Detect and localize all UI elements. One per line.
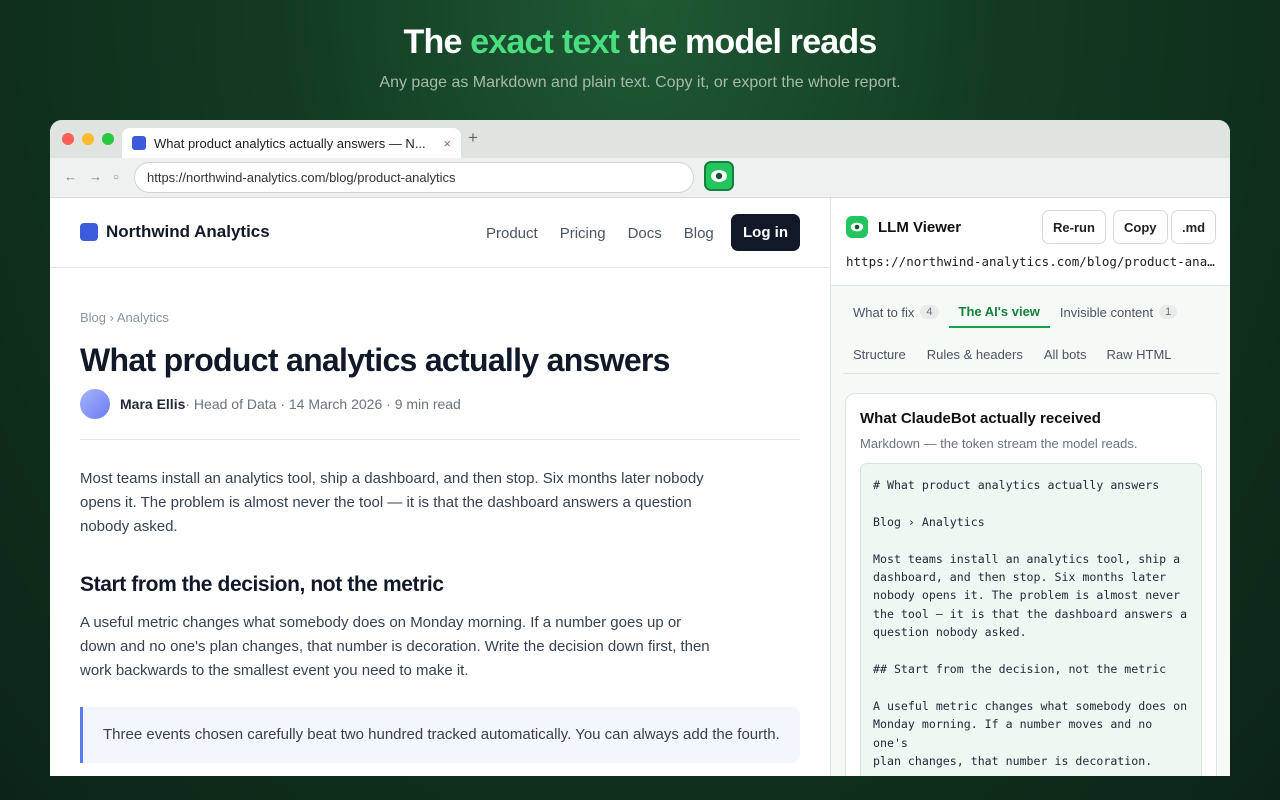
markdown-line: Monday morning. If a number moves and no… (873, 717, 1160, 750)
markdown-line (873, 770, 1189, 776)
markdown-line (873, 642, 1189, 660)
panel-header: LLM Viewer Re-run Copy .md https://north… (831, 198, 1230, 286)
hero-title-pre: The (403, 23, 471, 61)
markdown-line: dashboard, and then stop. Six months lat… (873, 570, 1167, 584)
count-badge: 1 (1159, 305, 1178, 319)
markdown-line: Most teams install an analytics tool, sh… (873, 551, 1181, 566)
tab-all-bots[interactable]: All bots (1034, 338, 1097, 370)
site-brand[interactable]: Northwind Analytics (80, 222, 270, 242)
hero-subtitle: Any page as Markdown and plain text. Cop… (379, 74, 901, 91)
copy-button[interactable]: Copy (1113, 210, 1168, 244)
panel-tabs-row-1: What to fix 4 The AI's view Invisible co… (843, 296, 1187, 328)
tab-label: What to fix (853, 304, 915, 320)
llm-viewer-panel: LLM Viewer Re-run Copy .md https://north… (830, 198, 1230, 776)
count-badge: 4 (920, 305, 939, 319)
markdown-line: A useful metric changes what somebody do… (873, 698, 1188, 713)
hero-title-accent: exact text (470, 23, 620, 61)
markdown-line: Blog › Analytics (873, 514, 985, 529)
article-heading-2: Start from the decision, not the metric (80, 573, 444, 596)
login-button[interactable]: Log in (731, 214, 800, 251)
article-meta: · Head of Data · 14 March 2026 · 9 min r… (185, 396, 461, 412)
article: Blog › Analytics What product analytics … (80, 310, 800, 763)
forward-icon[interactable]: → (89, 169, 102, 184)
reload-icon[interactable]: ○ (113, 172, 119, 183)
address-bar: ← → ○ https://northwind-analytics.com/bl… (50, 158, 1230, 198)
author-name: Mara Ellis (120, 396, 186, 412)
nav-product[interactable]: Product (486, 225, 538, 242)
article-paragraph-2: A useful metric changes what somebody do… (80, 614, 710, 679)
markdown-line: # What product analytics actually answer… (873, 478, 1160, 492)
tab-invisible-content[interactable]: Invisible content 1 (1050, 296, 1187, 328)
panel-url: https://northwind-analytics.com/blog/pro… (846, 254, 1218, 269)
card-subtitle: Markdown — the token stream the model re… (860, 436, 1138, 451)
hero: The exact text the model reads Any page … (0, 22, 1280, 92)
hero-title: The exact text the model reads (0, 22, 1280, 62)
article-paragraph-1: Most teams install an analytics tool, sh… (80, 470, 704, 535)
browser-tab[interactable]: What product analytics actually answers … (122, 128, 461, 158)
hero-title-post: the model reads (619, 23, 878, 61)
nav-blog[interactable]: Blog (684, 225, 714, 242)
tab-ai-view[interactable]: The AI's view (948, 296, 1050, 328)
tab-title: What product analytics actually answers … (154, 135, 426, 151)
tab-label: Invisible content (1059, 304, 1154, 320)
markdown-line: question nobody asked. (873, 625, 1027, 640)
llm-viewer-extension-button[interactable] (704, 161, 734, 191)
tab-raw-html[interactable]: Raw HTML (1097, 338, 1182, 370)
article-title: What product analytics actually answers (80, 342, 670, 378)
article-blockquote: Three events chosen carefully beat two h… (80, 707, 800, 763)
site-nav: Product Pricing Docs Blog (486, 225, 714, 242)
card-title: What ClaudeBot actually received (860, 410, 1101, 427)
ai-view-card: What ClaudeBot actually received Markdow… (845, 393, 1217, 776)
site-logo-icon (80, 223, 98, 241)
tabs-divider (843, 373, 1219, 374)
site-header: Northwind Analytics Product Pricing Docs… (50, 198, 830, 268)
tab-bar: What product analytics actually answers … (50, 120, 1230, 158)
web-page: Northwind Analytics Product Pricing Docs… (50, 198, 830, 776)
window-controls (62, 133, 114, 145)
export-md-button[interactable]: .md (1171, 210, 1217, 244)
panel-tabs-row-2: Structure Rules & headers All bots Raw H… (843, 338, 1182, 370)
nav-docs[interactable]: Docs (628, 225, 662, 242)
maximize-window-button[interactable] (102, 133, 114, 145)
rerun-button[interactable]: Re-run (1042, 210, 1106, 244)
markdown-line: the tool — it is that the dashboard answ… (873, 606, 1188, 621)
panel-brand: LLM Viewer (846, 216, 961, 238)
back-icon[interactable]: ← (64, 169, 77, 184)
site-brand-name: Northwind Analytics (106, 222, 270, 241)
markdown-line (873, 678, 1189, 696)
tab-rules-headers[interactable]: Rules & headers (916, 338, 1034, 370)
eye-icon (711, 170, 727, 182)
markdown-line: plan changes, that number is decoration. (873, 754, 1153, 769)
tab-structure[interactable]: Structure (843, 338, 916, 370)
tab-label: The AI's view (958, 303, 1040, 319)
eye-icon (846, 216, 868, 238)
panel-title: LLM Viewer (878, 218, 962, 236)
nav-pricing[interactable]: Pricing (560, 225, 606, 242)
new-tab-button[interactable]: + (468, 128, 478, 148)
url-input[interactable]: https://northwind-analytics.com/blog/pro… (134, 162, 694, 193)
markdown-line: nobody opens it. The problem is almost n… (873, 588, 1181, 603)
markdown-line (873, 494, 1189, 512)
avatar (80, 389, 110, 419)
close-window-button[interactable] (62, 133, 74, 145)
markdown-line: ## Start from the decision, not the metr… (873, 662, 1167, 677)
tab-close-icon[interactable]: × (443, 136, 451, 151)
minimize-window-button[interactable] (82, 133, 94, 145)
markdown-line (873, 531, 1189, 549)
favicon-icon (132, 136, 146, 150)
breadcrumb: Blog › Analytics (80, 310, 169, 325)
tab-what-to-fix[interactable]: What to fix 4 (843, 296, 949, 328)
byline: Mara Ellis · Head of Data · 14 March 202… (80, 389, 800, 440)
markdown-output[interactable]: # What product analytics actually answer… (860, 463, 1202, 776)
browser-window: What product analytics actually answers … (50, 120, 1230, 776)
